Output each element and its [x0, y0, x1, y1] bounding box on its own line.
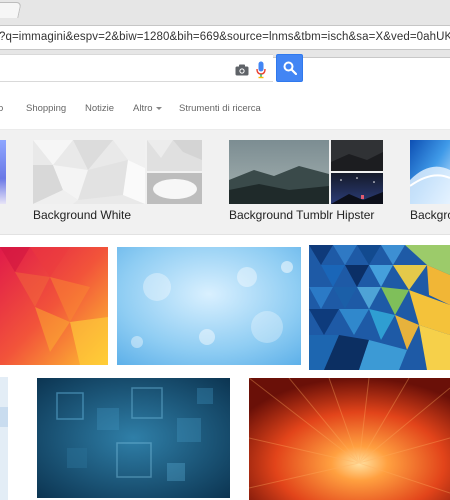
image-results — [0, 235, 450, 500]
search-tabs: o Shopping Notizie Altro Strumenti di ri… — [0, 90, 450, 130]
result-thumb-triangle-mosaic — [309, 245, 450, 370]
tab-search-tools[interactable]: Strumenti di ricerca — [179, 103, 261, 114]
related-label-background-tumblr-hipster[interactable]: Background Tumblr Hipster — [229, 208, 374, 222]
related-card-partial[interactable] — [0, 140, 6, 204]
tab-shopping[interactable]: Shopping — [26, 103, 66, 114]
related-thumb-blue-waves — [410, 140, 450, 204]
microphone-icon[interactable] — [256, 61, 266, 79]
related-thumb-blue — [0, 140, 6, 204]
related-card-background-white[interactable] — [33, 140, 202, 204]
result-image-blue-yellow-triangles[interactable] — [309, 245, 450, 370]
result-image-partial-left[interactable] — [0, 377, 8, 500]
browser-tab[interactable] — [0, 2, 22, 18]
related-searches: Background White Background Tumblr Hipst… — [0, 130, 450, 235]
tab-more[interactable]: Altro — [133, 103, 162, 114]
address-bar-url: ?q=immagini&espv=2&biw=1280&bih=669&sour… — [0, 31, 450, 43]
result-image-blue-squares[interactable] — [37, 378, 230, 498]
related-thumb-white-polygons — [33, 140, 202, 204]
browser-chrome: ?q=immagini&espv=2&biw=1280&bih=669&sour… — [0, 0, 450, 58]
related-label-background-blue[interactable]: Backgro — [410, 208, 450, 222]
related-label-background-white[interactable]: Background White — [33, 208, 131, 222]
result-thumb-dark-blue-squares — [37, 378, 230, 498]
related-thumb-landscape — [229, 140, 383, 204]
search-input[interactable] — [0, 54, 273, 82]
result-image-blue-bokeh[interactable] — [117, 247, 301, 365]
camera-icon[interactable] — [235, 64, 249, 76]
result-thumb-pale-blue — [0, 377, 8, 500]
result-image-red-polygon[interactable] — [0, 247, 108, 365]
related-card-background-blue[interactable] — [410, 140, 450, 204]
tab-more-label: Altro — [133, 103, 153, 114]
chevron-down-icon — [155, 106, 162, 110]
result-thumb-light-blue-bokeh — [117, 247, 301, 365]
result-thumb-orange-sunburst — [249, 378, 450, 500]
search-area — [0, 54, 450, 90]
tab-news[interactable]: Notizie — [85, 103, 114, 114]
address-bar[interactable]: ?q=immagini&espv=2&biw=1280&bih=669&sour… — [0, 25, 450, 50]
search-button[interactable] — [276, 54, 303, 82]
related-card-background-tumblr-hipster[interactable] — [229, 140, 383, 204]
result-image-orange-burst[interactable] — [249, 378, 450, 500]
result-thumb-red-yellow — [0, 247, 108, 365]
search-icon — [283, 61, 297, 75]
tab-images[interactable]: o — [0, 103, 3, 114]
